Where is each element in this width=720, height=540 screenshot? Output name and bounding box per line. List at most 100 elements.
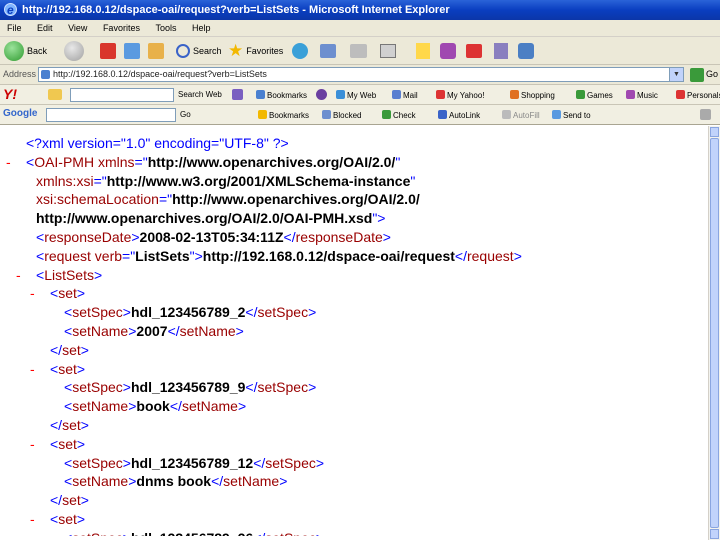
yahoo-myyahoo-button[interactable]: My Yahoo! (436, 90, 485, 100)
google-go-button[interactable]: Go (180, 110, 191, 119)
vertical-scrollbar[interactable] (708, 126, 720, 540)
address-bar: Address http://192.168.0.12/dspace-oai/r… (0, 65, 720, 85)
xml-setSpec: <setSpec>hdl_123456789_2</setSpec> (64, 304, 317, 321)
yahoo-icon (466, 44, 482, 58)
stop-button[interactable] (100, 40, 116, 62)
scroll-down-arrow-icon[interactable] (710, 529, 719, 539)
xml-declaration: <?xml version="1.0" encoding="UTF-8" ?> (26, 135, 289, 151)
collapse-toggle[interactable]: - (16, 266, 36, 285)
xml-set-open: - <set> (30, 360, 86, 379)
address-input[interactable]: http://192.168.0.12/dspace-oai/request?v… (38, 67, 684, 82)
messenger-button[interactable] (440, 40, 456, 62)
back-button[interactable]: Back (4, 40, 47, 62)
menu-tools[interactable]: Tools (155, 20, 176, 37)
antispy-icon[interactable] (316, 89, 327, 100)
menu-bar: File Edit View Favorites Tools Help (0, 20, 720, 37)
google-check-button[interactable]: Check (382, 110, 416, 120)
personals-icon (676, 90, 685, 99)
xml-set-close: </set> (50, 492, 89, 509)
refresh-icon (124, 43, 140, 59)
refresh-button[interactable] (124, 40, 140, 62)
yahoo-tool-icon[interactable] (232, 89, 243, 100)
yahoo-search-input[interactable] (70, 88, 174, 102)
google-sendto-button[interactable]: Send to (552, 110, 591, 120)
xml-tree: <?xml version="1.0" encoding="UTF-8" ?> … (6, 134, 522, 536)
xml-setName: <setName>book</setName> (64, 398, 247, 415)
xml-set-open: - <set> (30, 284, 86, 303)
music-icon (626, 90, 635, 99)
xml-attr-schema-cont: http://www.openarchives.org/OAI/2.0/OAI-… (36, 210, 386, 227)
yahoo-mail-button[interactable]: Mail (392, 90, 418, 100)
xml-setSpec: <setSpec>hdl_123456789_12</setSpec> (64, 454, 325, 471)
favorites-button[interactable]: ★ Favorites (228, 40, 283, 62)
yahoo-search-web-button[interactable]: Search Web (178, 90, 222, 99)
history-button[interactable] (320, 40, 336, 62)
edit-button[interactable] (380, 40, 396, 62)
yahoo-logo[interactable]: Y! (3, 86, 17, 103)
collapse-toggle[interactable]: - (30, 510, 50, 529)
media-icon (292, 43, 308, 59)
discuss-button[interactable] (518, 40, 534, 62)
standard-toolbar: Back Search ★ Favorites (0, 37, 720, 65)
xml-request: <request verb="ListSets">http://192.168.… (36, 247, 522, 264)
xml-set-close: </set> (50, 416, 89, 433)
go-button[interactable]: Go (706, 69, 718, 79)
menu-file[interactable]: File (7, 20, 22, 37)
collapse-toggle[interactable]: - (30, 360, 50, 379)
bookmarks-icon (256, 90, 265, 99)
address-label: Address (3, 69, 37, 79)
messenger-icon (440, 43, 456, 59)
google-autolink-button[interactable]: AutoLink (438, 110, 480, 120)
home-icon (148, 43, 164, 59)
yahoo-toolbar: Y! Search Web Bookmarks My Web Mail My Y… (0, 85, 720, 105)
google-search-input[interactable] (46, 108, 176, 122)
window-title-bar: http://192.168.0.12/dspace-oai/request?v… (0, 0, 720, 20)
scrollbar-thumb[interactable] (710, 138, 719, 528)
xml-set-open: - <set> (30, 510, 86, 529)
menu-favorites[interactable]: Favorites (103, 20, 140, 37)
search-button[interactable]: Search (176, 40, 222, 62)
address-dropdown-button[interactable]: ▼ (669, 68, 683, 81)
xml-attr-xsi: xmlns:xsi="http://www.w3.org/2001/XMLSch… (36, 172, 416, 189)
yahoo-button[interactable] (466, 40, 482, 62)
yahoo-shopping-button[interactable]: Shopping (510, 90, 555, 100)
yahoo-games-button[interactable]: Games (576, 90, 613, 100)
menu-help[interactable]: Help (192, 20, 211, 37)
note-icon (416, 43, 430, 59)
google-popup-blocked-button[interactable]: Blocked (322, 110, 361, 120)
google-logo[interactable]: Google (3, 108, 37, 119)
collapse-toggle[interactable]: - (30, 284, 50, 303)
print-button[interactable] (350, 40, 367, 62)
mail-icon (392, 90, 401, 99)
yahoo-bookmarks-button[interactable]: Bookmarks (256, 90, 307, 100)
wrench-icon[interactable] (700, 109, 711, 120)
myweb-icon (336, 90, 345, 99)
shopping-icon (510, 90, 519, 99)
xml-root-open: - <OAI-PMH xmlns="http://www.openarchives… (6, 153, 401, 172)
menu-edit[interactable]: Edit (37, 20, 53, 37)
yahoo-myweb-button[interactable]: My Web (336, 90, 376, 100)
yahoo-music-button[interactable]: Music (626, 90, 658, 100)
xml-attr-schema: xsi:schemaLocation="http://www.openarchi… (36, 191, 420, 208)
forward-button[interactable] (64, 40, 84, 62)
myyahoo-icon (436, 90, 445, 99)
print-icon (350, 44, 367, 58)
yahoo-personals-button[interactable]: Personals (676, 90, 720, 100)
xml-setSpec: <setSpec>hdl_123456789_9</setSpec> (64, 379, 317, 396)
google-bookmarks-button[interactable]: Bookmarks (258, 110, 309, 120)
media-button[interactable] (292, 40, 308, 62)
send-icon (552, 110, 561, 119)
research-button[interactable] (494, 40, 508, 62)
google-toolbar: Google Go Bookmarks Blocked Check AutoLi… (0, 105, 720, 125)
stop-icon (100, 43, 116, 59)
google-autofill-button[interactable]: AutoFill (502, 110, 540, 120)
collapse-toggle[interactable]: - (6, 153, 26, 172)
scroll-up-arrow-icon[interactable] (710, 127, 719, 137)
collapse-toggle[interactable]: - (30, 435, 50, 454)
home-button[interactable] (148, 40, 164, 62)
notes-button[interactable] (416, 40, 430, 62)
pencil-icon[interactable] (48, 89, 62, 100)
go-arrow-icon[interactable] (690, 68, 704, 82)
menu-view[interactable]: View (68, 20, 87, 37)
search-icon (176, 44, 190, 58)
